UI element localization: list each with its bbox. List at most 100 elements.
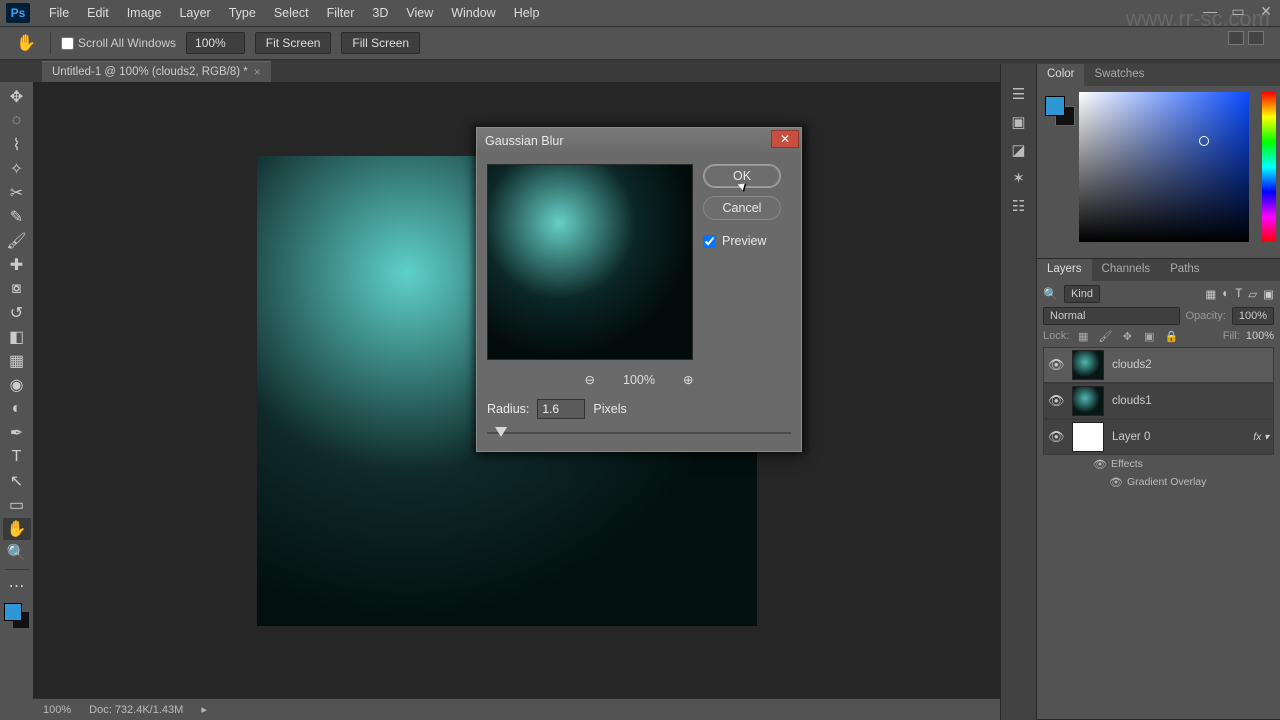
move-tool-icon[interactable]: ✥	[3, 86, 31, 108]
properties-panel-icon[interactable]: ◪	[1007, 140, 1031, 160]
visibility-eye-icon[interactable]: 👁	[1048, 393, 1064, 409]
saturation-brightness-picker[interactable]	[1079, 92, 1249, 242]
tab-color[interactable]: Color	[1037, 64, 1084, 86]
layer-thumbnail[interactable]	[1072, 422, 1104, 452]
menu-view[interactable]: View	[397, 2, 442, 24]
color-picker-swatches[interactable]	[1045, 96, 1075, 126]
window-restore-icon[interactable]: ▭	[1224, 0, 1252, 22]
workspace-switcher[interactable]	[1228, 31, 1264, 45]
layer-filter-kind[interactable]: Kind	[1064, 285, 1100, 303]
window-close-icon[interactable]: ✕	[1252, 0, 1280, 22]
dodge-tool-icon[interactable]: ◐	[3, 398, 31, 420]
lock-transparent-icon[interactable]: ▦	[1075, 329, 1091, 343]
visibility-eye-icon[interactable]: 👁	[1048, 357, 1064, 373]
layer-row[interactable]: 👁 clouds2	[1043, 347, 1274, 383]
visibility-eye-icon[interactable]: 👁	[1048, 429, 1064, 445]
lock-artboard-icon[interactable]: ▣	[1141, 329, 1157, 343]
scroll-all-windows-checkbox[interactable]: Scroll All Windows	[61, 36, 176, 50]
frame-fill-icon[interactable]	[1248, 31, 1264, 45]
adjust-panel-icon[interactable]: ☷	[1007, 196, 1031, 216]
layer-name[interactable]: Layer 0	[1112, 431, 1150, 443]
edit-toolbar-icon[interactable]: ⋯	[3, 575, 31, 597]
marquee-tool-icon[interactable]: ◌	[3, 110, 31, 132]
blend-mode-select[interactable]: Normal	[1043, 307, 1180, 325]
opacity-value[interactable]: 100%	[1232, 307, 1274, 325]
filter-shape-icon[interactable]: ▱	[1248, 287, 1257, 301]
fx-badge[interactable]: fx ▾	[1253, 432, 1269, 443]
radius-slider[interactable]	[487, 425, 791, 441]
filter-adjust-icon[interactable]: ◐	[1222, 288, 1229, 300]
tab-channels[interactable]: Channels	[1092, 259, 1161, 281]
hue-slider[interactable]	[1262, 92, 1276, 242]
search-icon[interactable]: 🔍	[1043, 287, 1058, 301]
dialog-close-button[interactable]: ✕	[771, 130, 799, 148]
actions-panel-icon[interactable]: ▣	[1007, 112, 1031, 132]
history-panel-icon[interactable]: ☰	[1007, 84, 1031, 104]
tab-swatches[interactable]: Swatches	[1084, 64, 1154, 86]
fill-screen-button[interactable]: Fill Screen	[341, 32, 420, 54]
cancel-button[interactable]: Cancel	[703, 196, 781, 220]
eyedropper-tool-icon[interactable]: ✎	[3, 206, 31, 228]
dialog-zoom-value[interactable]: 100%	[623, 373, 655, 387]
gradient-tool-icon[interactable]: ▦	[3, 350, 31, 372]
radius-input[interactable]	[537, 399, 585, 419]
status-zoom[interactable]: 100%	[43, 704, 71, 716]
lasso-tool-icon[interactable]: ⌇	[3, 134, 31, 156]
slider-thumb-icon[interactable]	[495, 427, 507, 437]
healing-tool-icon[interactable]: ✚	[3, 254, 31, 276]
rectangle-tool-icon[interactable]: ▭	[3, 494, 31, 516]
layer-row[interactable]: 👁 Layer 0 fx ▾	[1043, 419, 1274, 455]
type-tool-icon[interactable]: T	[3, 446, 31, 468]
menu-window[interactable]: Window	[442, 2, 504, 24]
brush-panel-icon[interactable]: ✶	[1007, 168, 1031, 188]
zoom-out-icon[interactable]: ⊖	[585, 372, 595, 387]
window-minimize-icon[interactable]: —	[1196, 0, 1224, 22]
blur-tool-icon[interactable]: ◉	[3, 374, 31, 396]
dialog-title-bar[interactable]: Gaussian Blur ✕	[477, 128, 801, 154]
filter-pixel-icon[interactable]: ▦	[1205, 287, 1216, 301]
lock-pixels-icon[interactable]: 🖌	[1097, 329, 1113, 343]
tab-paths[interactable]: Paths	[1160, 259, 1209, 281]
layer-effects-row[interactable]: 👁 Effects	[1043, 455, 1274, 473]
status-arrow-icon[interactable]: ▸	[201, 703, 207, 716]
menu-type[interactable]: Type	[220, 2, 265, 24]
foreground-color-swatch[interactable]	[4, 603, 22, 621]
crop-tool-icon[interactable]: ✂	[3, 182, 31, 204]
picker-fg-swatch[interactable]	[1045, 96, 1065, 116]
menu-edit[interactable]: Edit	[78, 2, 118, 24]
stamp-tool-icon[interactable]: ⧇	[3, 278, 31, 300]
zoom-combo[interactable]: 100%	[186, 32, 245, 54]
path-tool-icon[interactable]: ↖	[3, 470, 31, 492]
document-tab-close-icon[interactable]: ×	[254, 65, 261, 79]
layer-thumbnail[interactable]	[1072, 386, 1104, 416]
layer-name[interactable]: clouds2	[1112, 359, 1152, 371]
layer-name[interactable]: clouds1	[1112, 395, 1152, 407]
color-swatch[interactable]	[4, 603, 30, 629]
menu-file[interactable]: File	[40, 2, 78, 24]
wand-tool-icon[interactable]: ✧	[3, 158, 31, 180]
zoom-tool-icon[interactable]: 🔍	[3, 542, 31, 564]
menu-3d[interactable]: 3D	[363, 2, 397, 24]
preview-checkbox[interactable]: Preview	[703, 234, 781, 248]
filter-type-icon[interactable]: T	[1235, 288, 1242, 300]
layer-row[interactable]: 👁 clouds1	[1043, 383, 1274, 419]
fill-value[interactable]: 100%	[1246, 330, 1274, 342]
menu-help[interactable]: Help	[505, 2, 549, 24]
lock-position-icon[interactable]: ✥	[1119, 329, 1135, 343]
layer-effect-item[interactable]: 👁 Gradient Overlay	[1043, 473, 1274, 491]
tab-layers[interactable]: Layers	[1037, 259, 1092, 281]
brush-tool-icon[interactable]: 🖌	[3, 230, 31, 252]
filter-smart-icon[interactable]: ▣	[1263, 287, 1274, 301]
scroll-all-checkbox-input[interactable]	[61, 37, 74, 50]
menu-filter[interactable]: Filter	[318, 2, 364, 24]
status-doc-size[interactable]: Doc: 732.4K/1.43M	[89, 704, 183, 716]
visibility-eye-icon[interactable]: 👁	[1093, 458, 1105, 471]
eraser-tool-icon[interactable]: ◧	[3, 326, 31, 348]
dialog-preview-image[interactable]	[487, 164, 693, 360]
visibility-eye-icon[interactable]: 👁	[1109, 476, 1121, 489]
lock-all-icon[interactable]: 🔒	[1163, 329, 1179, 343]
hand-tool-icon[interactable]: ✋	[3, 518, 31, 540]
frame-icon[interactable]	[1228, 31, 1244, 45]
menu-select[interactable]: Select	[265, 2, 318, 24]
document-tab[interactable]: Untitled-1 @ 100% (clouds2, RGB/8) * ×	[42, 61, 271, 82]
